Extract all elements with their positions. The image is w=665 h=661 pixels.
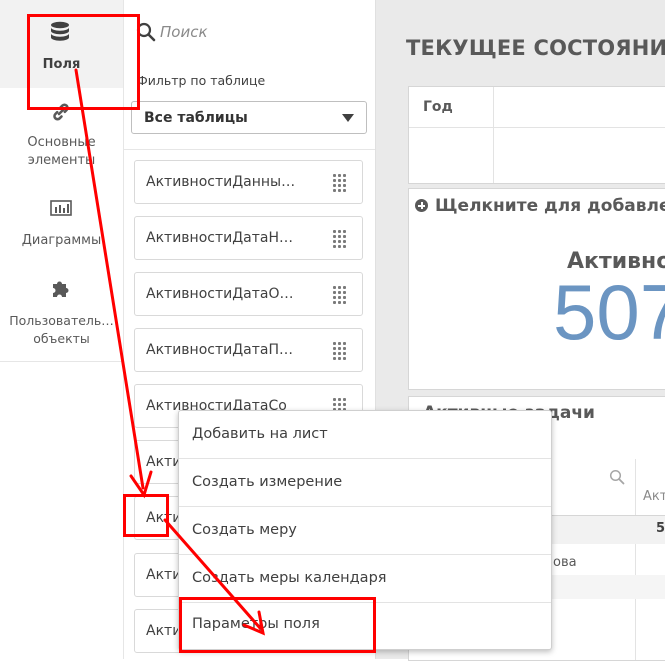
column-divider xyxy=(635,459,636,660)
menu-item-create-calendar-measures[interactable]: Создать меры календаря xyxy=(179,555,551,602)
table-row: ова xyxy=(553,555,577,570)
nav-item-custom-objects[interactable]: Пользователь… объекты xyxy=(0,274,123,354)
nav-item-charts[interactable]: Диаграммы xyxy=(0,196,123,256)
nav-charts-label: Диаграммы xyxy=(21,233,102,248)
sheet-title: ТЕКУЩЕЕ СОСТОЯНИ xyxy=(406,36,665,60)
drag-handle-icon[interactable] xyxy=(333,286,346,304)
nav-custom-label: Пользователь… xyxy=(9,313,114,328)
field-item[interactable]: АктивностиДатаН… xyxy=(134,216,363,260)
highlight-field-item xyxy=(123,494,169,537)
bar-chart-icon xyxy=(50,200,72,216)
field-name: АктивностиДатаН… xyxy=(146,230,293,246)
grid-line xyxy=(493,87,494,183)
kpi-object[interactable]: Щелкните для добавле Активно 507 xyxy=(408,188,665,390)
nav-basic-label: Основные xyxy=(27,135,96,150)
field-item[interactable]: АктивностиДатаО… xyxy=(134,272,363,316)
year-filter-object[interactable]: Год xyxy=(408,86,665,184)
table-filter-value: Все таблицы xyxy=(144,110,248,126)
add-title-hint[interactable]: Щелкните для добавле xyxy=(435,196,665,216)
panel-divider xyxy=(124,149,375,150)
highlight-field-settings xyxy=(179,597,376,653)
field-name: АктивностиДатаП… xyxy=(146,342,293,358)
drag-handle-icon[interactable] xyxy=(333,230,346,248)
table-filter-select[interactable]: Все таблицы xyxy=(131,101,367,134)
menu-item-create-measure[interactable]: Создать меру xyxy=(179,507,551,554)
drag-handle-icon[interactable] xyxy=(333,174,346,192)
menu-item-add-to-sheet[interactable]: Добавить на лист xyxy=(179,411,551,458)
grid-line xyxy=(409,127,665,128)
field-item[interactable]: АктивностиДанны… xyxy=(134,160,363,204)
search-icon[interactable] xyxy=(609,469,625,485)
column-header[interactable]: Акт xyxy=(643,489,665,504)
year-header: Год xyxy=(423,99,453,115)
plus-circle-icon xyxy=(415,199,428,212)
menu-item-create-dimension[interactable]: Создать измерение xyxy=(179,459,551,506)
field-item[interactable]: АктивностиДатаП… xyxy=(134,328,363,372)
drag-handle-icon[interactable] xyxy=(333,342,346,360)
chevron-down-icon xyxy=(342,114,354,122)
highlight-fields-tab xyxy=(27,14,140,110)
total-value: 5 xyxy=(656,521,665,536)
field-name: АктивностиДанны… xyxy=(146,174,296,190)
search-input[interactable] xyxy=(160,20,360,44)
field-name: АктивностиДатаО… xyxy=(146,286,294,302)
kpi-value: 507 xyxy=(553,268,665,356)
nav-basic-label-2: элементы xyxy=(27,153,96,168)
nav-divider xyxy=(0,361,123,362)
puzzle-icon xyxy=(53,281,69,297)
table-filter-label: Фильтр по таблице xyxy=(137,73,266,88)
nav-custom-label-2: объекты xyxy=(33,331,90,346)
